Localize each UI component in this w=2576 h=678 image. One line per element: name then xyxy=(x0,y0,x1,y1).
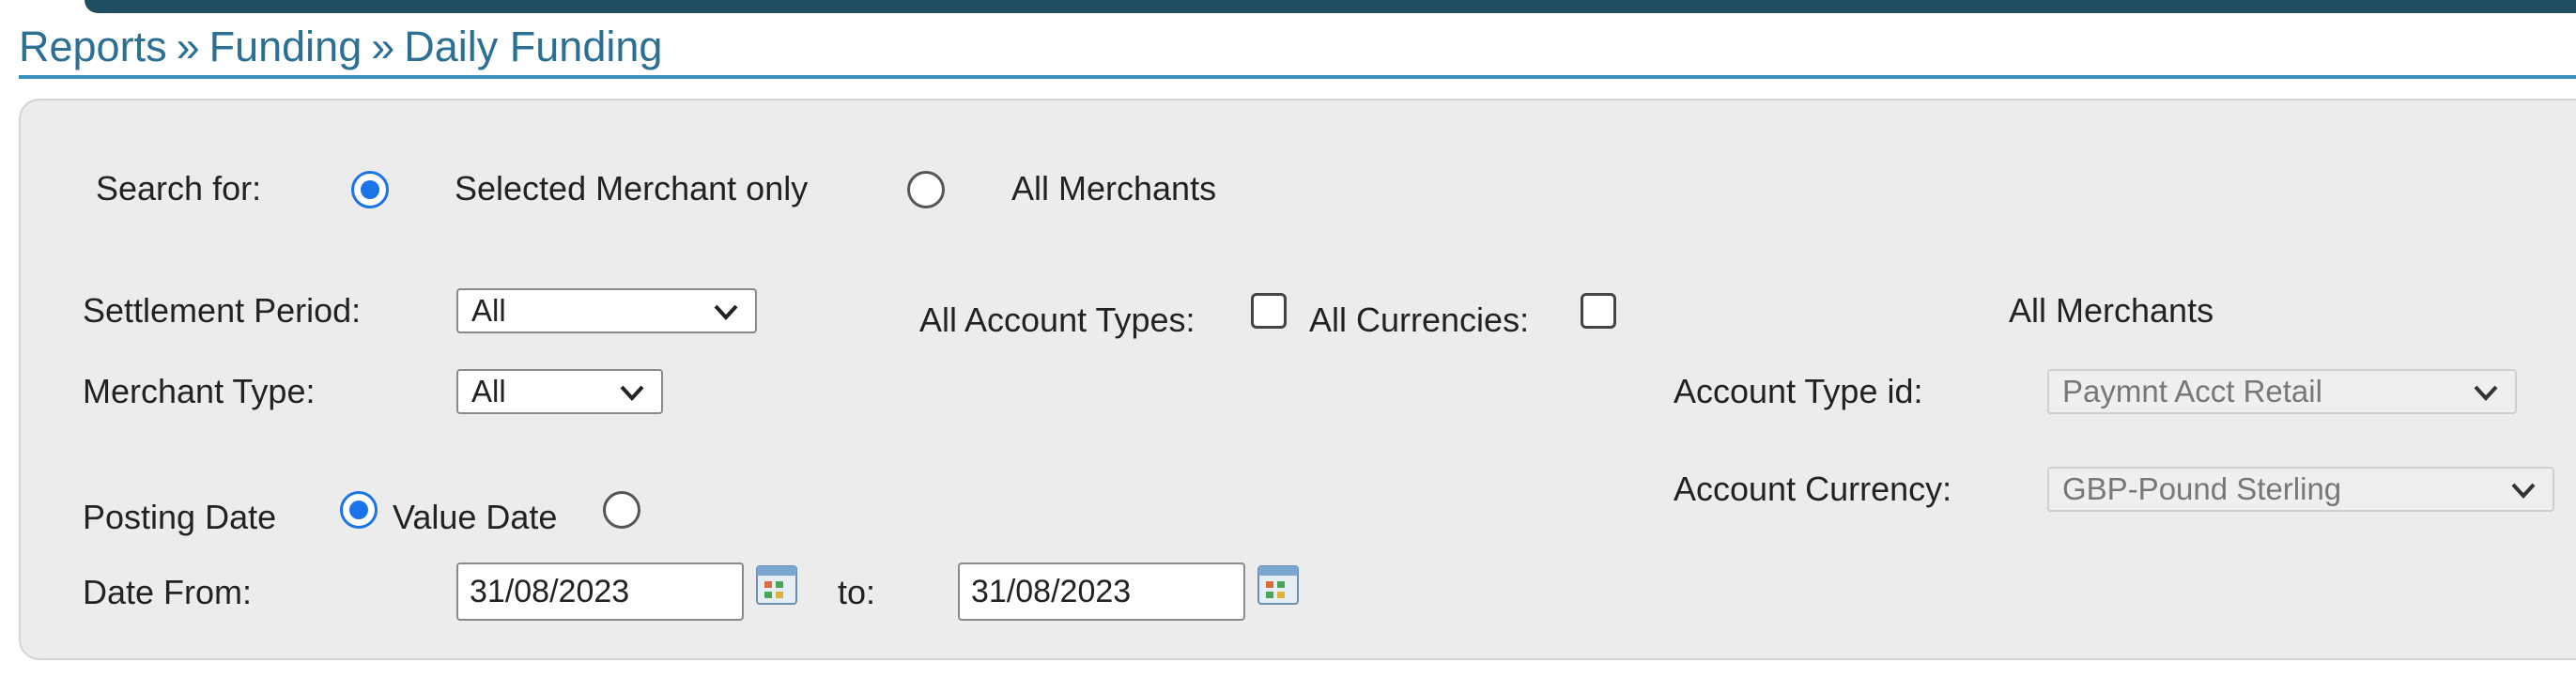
all-currencies-checkbox[interactable] xyxy=(1581,293,1616,329)
breadcrumb-underline xyxy=(19,75,2576,79)
breadcrumb-reports[interactable]: Reports xyxy=(19,17,167,77)
top-header-bar xyxy=(85,0,2576,13)
settlement-period-label: Settlement Period: xyxy=(83,291,362,330)
date-from-label: Date From: xyxy=(83,573,253,611)
date-to-input[interactable]: 31/08/2023 xyxy=(958,562,1245,621)
search-filter-panel: Search for: Selected Merchant only All M… xyxy=(19,99,2576,660)
breadcrumb-separator: » xyxy=(371,23,395,70)
date-to-label: to: xyxy=(838,573,876,611)
all-merchants-label: All Merchants xyxy=(1011,169,1217,208)
account-type-id-value: Paymnt Acct Retail xyxy=(2062,374,2322,408)
account-currency-select[interactable]: GBP-Pound Sterling xyxy=(2047,467,2554,512)
chevron-down-icon xyxy=(620,385,644,401)
account-currency-value: GBP-Pound Sterling xyxy=(2062,471,2342,506)
posting-date-label: Posting Date xyxy=(83,498,277,536)
search-for-label: Search for: xyxy=(96,169,262,208)
account-type-id-label: Account Type id: xyxy=(1674,372,1923,410)
date-to-value: 31/08/2023 xyxy=(971,574,1132,609)
value-date-radio[interactable] xyxy=(603,491,640,529)
chevron-down-icon xyxy=(714,304,738,320)
breadcrumb-daily-funding: Daily Funding xyxy=(404,23,663,70)
breadcrumb: Reports» Funding» Daily Funding xyxy=(19,17,662,77)
settlement-period-value: All xyxy=(471,293,506,328)
all-account-types-label: All Account Types: xyxy=(919,300,1195,339)
right-panel-heading: All Merchants xyxy=(2009,291,2214,330)
value-date-label: Value Date xyxy=(393,498,558,536)
all-currencies-label: All Currencies: xyxy=(1309,300,1530,339)
merchant-type-value: All xyxy=(471,374,506,408)
selected-merchant-label: Selected Merchant only xyxy=(455,169,809,208)
posting-date-radio[interactable] xyxy=(340,491,378,529)
chevron-down-icon xyxy=(2474,385,2498,401)
merchant-type-select[interactable]: All xyxy=(456,369,663,414)
account-type-id-select[interactable]: Paymnt Acct Retail xyxy=(2047,369,2517,414)
all-account-types-checkbox[interactable] xyxy=(1251,293,1287,329)
account-currency-label: Account Currency: xyxy=(1674,470,1952,508)
calendar-icon[interactable] xyxy=(1257,562,1300,606)
breadcrumb-funding[interactable]: Funding xyxy=(209,17,362,77)
settlement-period-select[interactable]: All xyxy=(456,288,757,333)
all-merchants-radio[interactable] xyxy=(907,171,945,208)
selected-merchant-radio[interactable] xyxy=(351,171,389,208)
date-from-value: 31/08/2023 xyxy=(470,574,630,609)
calendar-icon[interactable] xyxy=(755,562,798,606)
merchant-type-label: Merchant Type: xyxy=(83,372,316,410)
chevron-down-icon xyxy=(2511,483,2536,499)
breadcrumb-separator: » xyxy=(176,23,200,70)
date-from-input[interactable]: 31/08/2023 xyxy=(456,562,744,621)
